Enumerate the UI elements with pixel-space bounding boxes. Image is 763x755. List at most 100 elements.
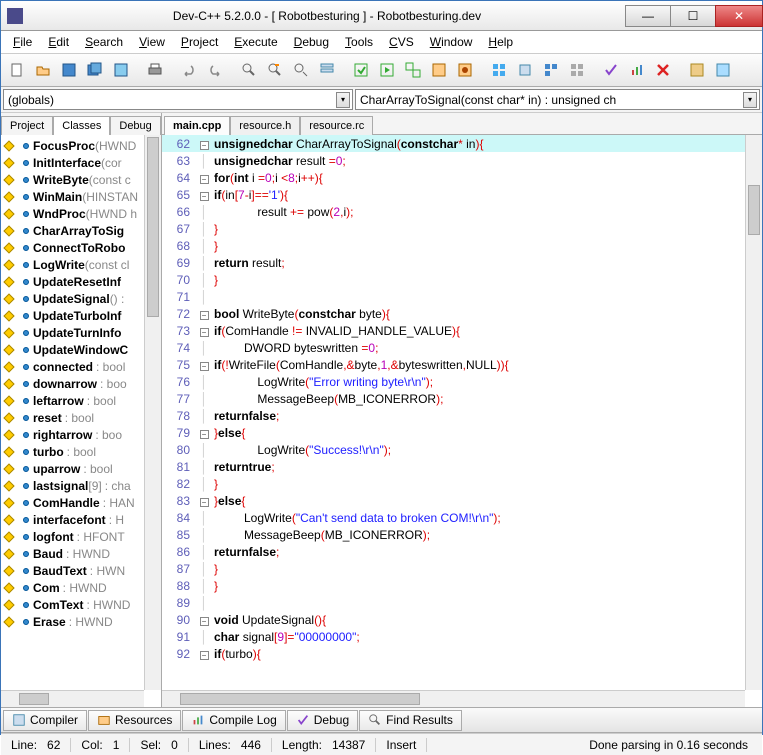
code-line[interactable]: 64− for(int i = 0;i < 8;i++) {: [162, 169, 762, 186]
class-item[interactable]: LogWrite (const cl: [1, 256, 161, 273]
class-item[interactable]: WinMain (HINSTAN: [1, 188, 161, 205]
class-item[interactable]: FocusProc (HWND: [1, 137, 161, 154]
code-line[interactable]: 88│ }: [162, 577, 762, 594]
class-item[interactable]: WndProc (HWND h: [1, 205, 161, 222]
class-item[interactable]: Baud : HWND: [1, 545, 161, 562]
find-next-icon[interactable]: [289, 58, 313, 82]
code-line[interactable]: 68│ }: [162, 237, 762, 254]
new-project-icon[interactable]: [487, 58, 511, 82]
class-item[interactable]: logfont : HFONT: [1, 528, 161, 545]
code-line[interactable]: 73− if(ComHandle != INVALID_HANDLE_VALUE…: [162, 322, 762, 339]
bottom-tab-find-results[interactable]: Find Results: [359, 710, 462, 731]
menu-cvs[interactable]: CVS: [381, 33, 422, 51]
tab-debug[interactable]: Debug: [110, 116, 160, 135]
code-line[interactable]: 65− if(in[7-i] == '1') {: [162, 186, 762, 203]
class-item[interactable]: reset : bool: [1, 409, 161, 426]
class-item[interactable]: interfacefont : H: [1, 511, 161, 528]
chevron-down-icon[interactable]: ▾: [336, 92, 350, 108]
code-line[interactable]: 87│ }: [162, 560, 762, 577]
code-line[interactable]: 76│ LogWrite("Error writing byte\r\n");: [162, 373, 762, 390]
bookmark-icon[interactable]: [539, 58, 563, 82]
replace-icon[interactable]: [263, 58, 287, 82]
bottom-tab-debug[interactable]: Debug: [287, 710, 358, 731]
menu-view[interactable]: View: [131, 33, 173, 51]
delete-icon[interactable]: [651, 58, 675, 82]
code-line[interactable]: 70│ }: [162, 271, 762, 288]
editor-tab[interactable]: resource.rc: [300, 116, 373, 135]
code-line[interactable]: 85│ MessageBeep(MB_ICONERROR);: [162, 526, 762, 543]
class-hscrollbar[interactable]: [1, 690, 144, 707]
editor-hscrollbar[interactable]: [162, 690, 745, 707]
code-line[interactable]: 82│ }: [162, 475, 762, 492]
class-item[interactable]: Com : HWND: [1, 579, 161, 596]
class-item[interactable]: ConnectToRobo: [1, 239, 161, 256]
menu-window[interactable]: Window: [422, 33, 481, 51]
function-combo[interactable]: CharArrayToSignal(const char* in) : unsi…: [355, 89, 760, 110]
code-line[interactable]: 77│ MessageBeep(MB_ICONERROR);: [162, 390, 762, 407]
class-item[interactable]: WriteByte (const c: [1, 171, 161, 188]
menu-debug[interactable]: Debug: [286, 33, 337, 51]
options-icon[interactable]: [685, 58, 709, 82]
scope-combo[interactable]: (globals)▾: [3, 89, 353, 110]
code-line[interactable]: 69│ return result;: [162, 254, 762, 271]
help-icon[interactable]: [711, 58, 735, 82]
code-line[interactable]: 90− void UpdateSignal() {: [162, 611, 762, 628]
insert-icon[interactable]: [513, 58, 537, 82]
class-item[interactable]: CharArrayToSig: [1, 222, 161, 239]
code-line[interactable]: 84│ LogWrite("Can't send data to broken …: [162, 509, 762, 526]
minimize-button[interactable]: —: [625, 5, 671, 27]
code-line[interactable]: 81│ return true;: [162, 458, 762, 475]
code-line[interactable]: 80│ LogWrite("Success!\r\n");: [162, 441, 762, 458]
class-item[interactable]: turbo : bool: [1, 443, 161, 460]
close-button[interactable]: ✕: [715, 5, 763, 27]
class-item[interactable]: UpdateTurboInf: [1, 307, 161, 324]
undo-icon[interactable]: [177, 58, 201, 82]
class-item[interactable]: ComHandle : HAN: [1, 494, 161, 511]
redo-icon[interactable]: [203, 58, 227, 82]
chevron-down-icon[interactable]: ▾: [743, 92, 757, 108]
code-line[interactable]: 91│ char signal[9] = "00000000";: [162, 628, 762, 645]
menu-search[interactable]: Search: [77, 33, 131, 51]
menu-tools[interactable]: Tools: [337, 33, 381, 51]
editor-tab[interactable]: main.cpp: [164, 116, 230, 135]
save-project-icon[interactable]: [109, 58, 133, 82]
compile-icon[interactable]: [349, 58, 373, 82]
tab-classes[interactable]: Classes: [53, 116, 110, 135]
goto-bookmark-icon[interactable]: [565, 58, 589, 82]
run-icon[interactable]: [375, 58, 399, 82]
editor-tab[interactable]: resource.h: [230, 116, 300, 135]
rebuild-icon[interactable]: [427, 58, 451, 82]
menu-help[interactable]: Help: [480, 33, 521, 51]
class-item[interactable]: ComText : HWND: [1, 596, 161, 613]
class-item[interactable]: UpdateResetInf: [1, 273, 161, 290]
class-item[interactable]: lastsignal[9] : cha: [1, 477, 161, 494]
code-line[interactable]: 89│: [162, 594, 762, 611]
class-item[interactable]: leftarrow : bool: [1, 392, 161, 409]
class-item[interactable]: downarrow : boo: [1, 375, 161, 392]
class-item[interactable]: connected : bool: [1, 358, 161, 375]
editor-vscrollbar[interactable]: [745, 135, 762, 690]
new-file-icon[interactable]: [5, 58, 29, 82]
class-item[interactable]: UpdateTurnInfo: [1, 324, 161, 341]
code-line[interactable]: 92− if(turbo) {: [162, 645, 762, 662]
bottom-tab-compile-log[interactable]: Compile Log: [182, 710, 285, 731]
menu-project[interactable]: Project: [173, 33, 226, 51]
class-item[interactable]: BaudText : HWN: [1, 562, 161, 579]
code-line[interactable]: 72− bool WriteByte(const char byte) {: [162, 305, 762, 322]
class-vscrollbar[interactable]: [144, 135, 161, 690]
bottom-tab-compiler[interactable]: Compiler: [3, 710, 87, 731]
code-line[interactable]: 71│: [162, 288, 762, 305]
code-line[interactable]: 62− unsigned char CharArrayToSignal(cons…: [162, 135, 762, 152]
code-line[interactable]: 86│ return false;: [162, 543, 762, 560]
profile-icon[interactable]: [625, 58, 649, 82]
code-line[interactable]: 78│ return false;: [162, 407, 762, 424]
save-icon[interactable]: [57, 58, 81, 82]
class-item[interactable]: uparrow : bool: [1, 460, 161, 477]
class-item[interactable]: UpdateWindowC: [1, 341, 161, 358]
code-line[interactable]: 83− } else {: [162, 492, 762, 509]
save-all-icon[interactable]: [83, 58, 107, 82]
menu-file[interactable]: File: [5, 33, 40, 51]
tab-project[interactable]: Project: [1, 116, 53, 135]
code-line[interactable]: 67│ }: [162, 220, 762, 237]
class-item[interactable]: UpdateSignal () :: [1, 290, 161, 307]
